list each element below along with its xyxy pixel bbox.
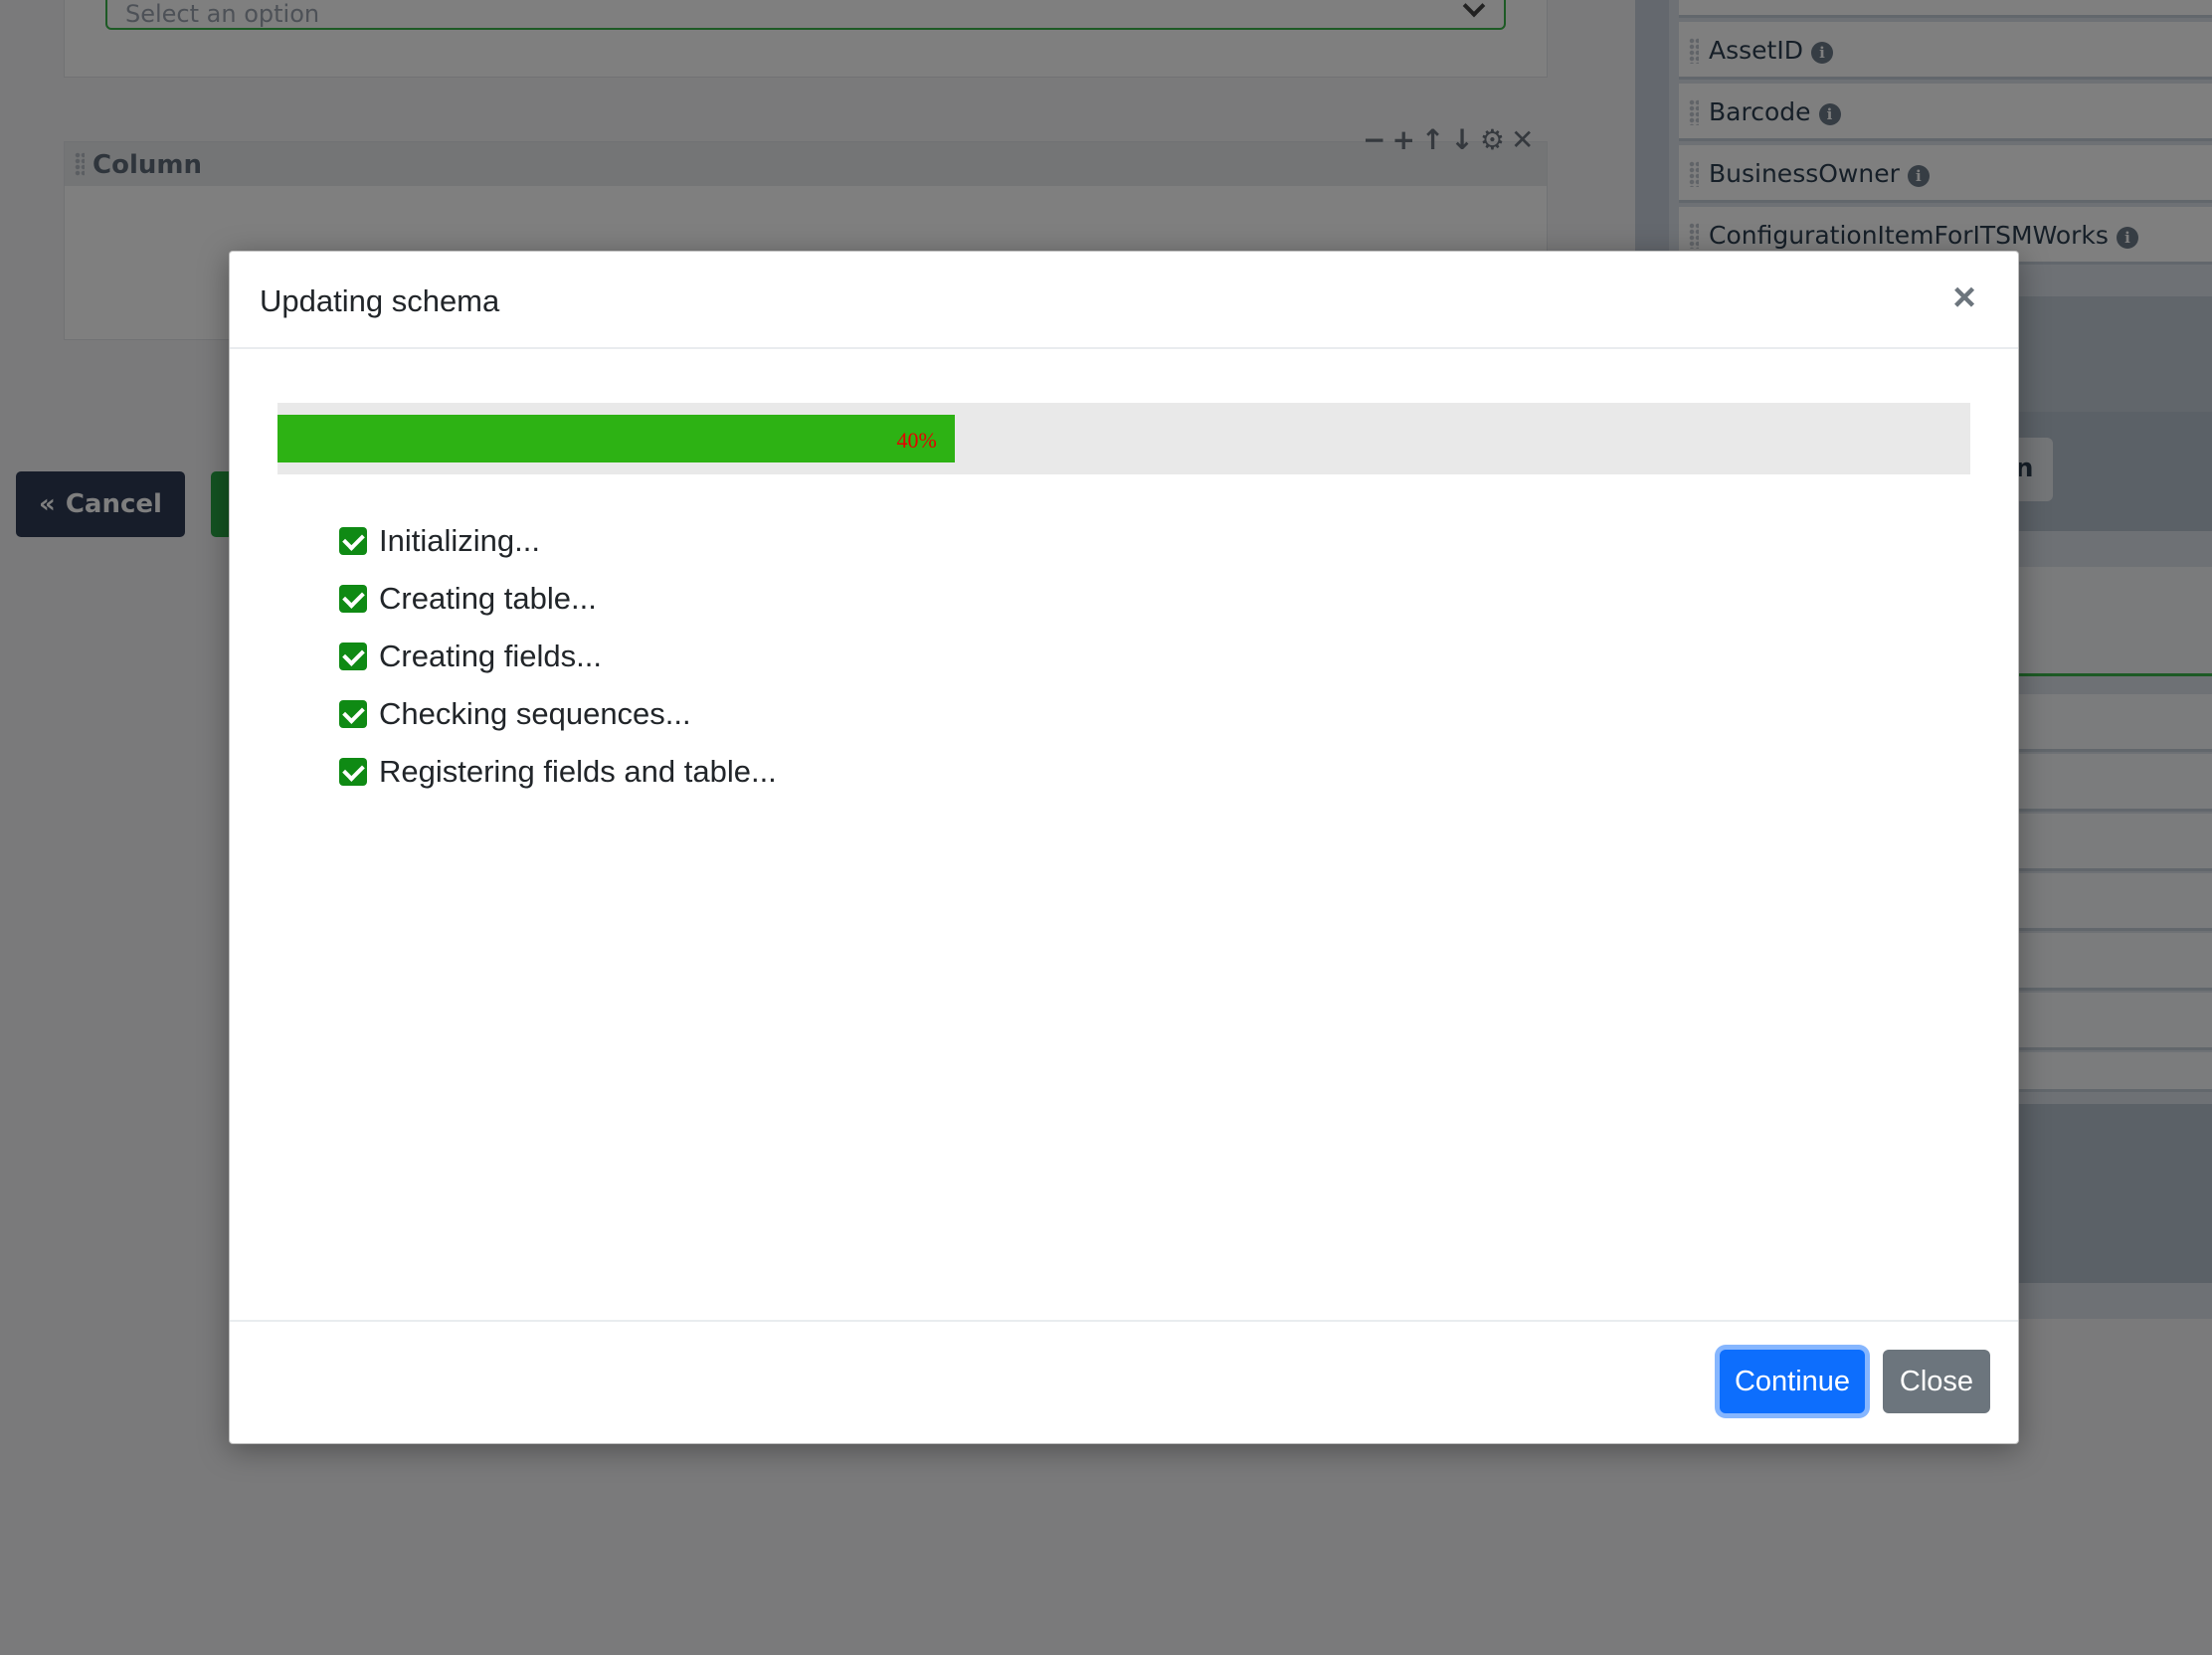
checkbox-checked-icon <box>339 700 367 728</box>
step-label: Registering fields and table... <box>379 754 777 789</box>
step-item: Creating fields... <box>339 628 777 685</box>
checkbox-checked-icon <box>339 758 367 786</box>
step-item: Creating table... <box>339 570 777 628</box>
step-label: Initializing... <box>379 523 540 558</box>
step-item: Initializing... <box>339 512 777 570</box>
step-item: Checking sequences... <box>339 685 777 743</box>
step-list: Initializing... Creating table... Creati… <box>339 512 777 801</box>
checkbox-checked-icon <box>339 643 367 670</box>
step-label: Creating table... <box>379 581 597 616</box>
progress-fill: 40% <box>277 415 955 462</box>
checkbox-checked-icon <box>339 585 367 613</box>
close-icon[interactable]: × <box>1944 277 1984 317</box>
step-label: Checking sequences... <box>379 696 691 731</box>
continue-button[interactable]: Continue <box>1720 1350 1865 1413</box>
modal-title: Updating schema <box>260 283 500 318</box>
progress-bar: 40% <box>277 403 1970 474</box>
checkbox-checked-icon <box>339 527 367 555</box>
step-label: Creating fields... <box>379 639 602 673</box>
updating-schema-dialog: Updating schema × 40% Initializing... Cr… <box>229 251 2019 1444</box>
close-button[interactable]: Close <box>1883 1350 1990 1413</box>
step-item: Registering fields and table... <box>339 743 777 801</box>
progress-label: 40% <box>896 428 937 453</box>
modal-footer: Continue Close <box>230 1320 2018 1443</box>
modal-header: Updating schema × <box>230 252 2018 349</box>
